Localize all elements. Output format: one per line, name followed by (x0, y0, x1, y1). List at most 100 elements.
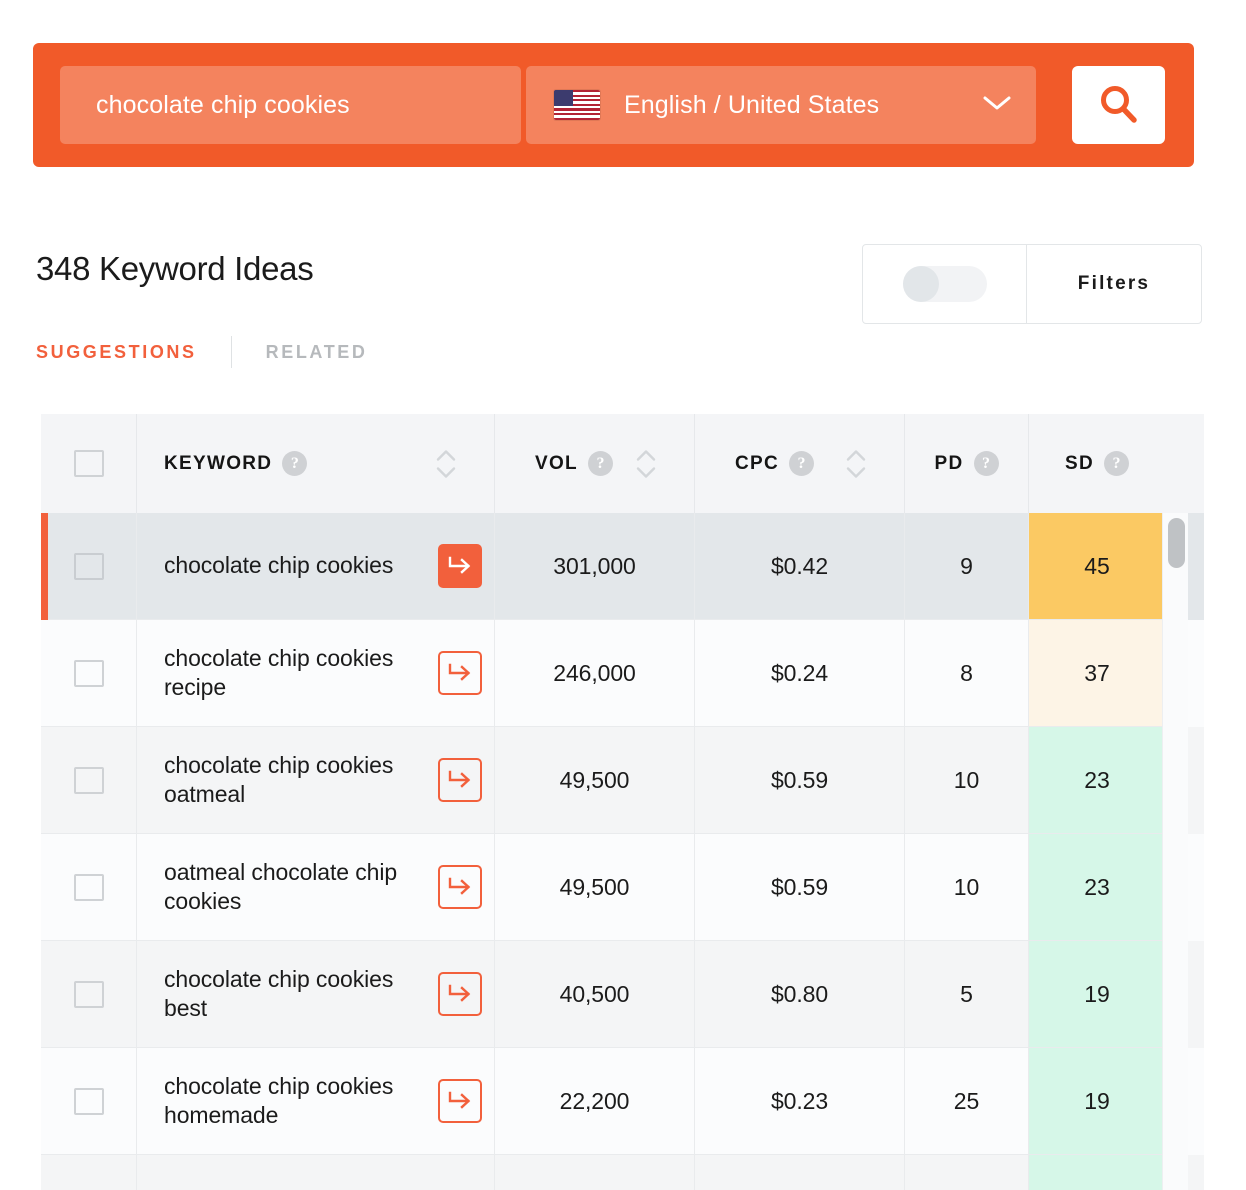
keyword-text: chocolate chip cookies oatmeal (164, 751, 394, 807)
header-pd-label: PD (934, 452, 964, 474)
select-all-checkbox[interactable] (73, 450, 104, 477)
filters-button-label: Filters (1077, 273, 1151, 294)
go-to-arrow-icon (448, 663, 471, 681)
chevron-down-icon (982, 94, 1012, 117)
language-selector[interactable]: English / United States (526, 66, 1036, 144)
search-button[interactable] (1072, 66, 1165, 144)
help-icon[interactable]: ? (1104, 451, 1129, 476)
open-keyword-button[interactable] (438, 544, 482, 588)
keyword-input-value: chocolate chip cookies (96, 90, 350, 119)
table-row[interactable]: chocolate chip cookies homemade 22,200 $… (41, 1048, 1204, 1155)
cell-keyword: chocolate chip cookies (137, 513, 495, 620)
header-cpc[interactable]: CPC ? (695, 414, 905, 513)
vol-value: 22,200 (559, 1087, 630, 1114)
vol-value: 301,000 (553, 552, 636, 579)
scrollbar-thumb[interactable] (1168, 518, 1185, 568)
tab-suggestions[interactable]: SUGGESTIONS (36, 342, 197, 363)
table-header: KEYWORD ? VOL ? CPC ? PD ? SD ? (41, 414, 1204, 513)
table-row[interactable]: chocolate chip cookies 301,000 $0.42 9 4… (41, 513, 1204, 620)
header-vol[interactable]: VOL ? (495, 414, 695, 513)
keyword-text: chocolate chip cookies homemade (164, 1072, 394, 1128)
cpc-value: $0.24 (770, 659, 829, 686)
row-select-cell (41, 513, 137, 620)
row-checkbox[interactable] (73, 873, 104, 901)
open-keyword-button[interactable] (438, 972, 482, 1016)
sort-vol-icon[interactable] (634, 448, 658, 479)
table-row[interactable]: chocolate chip cookies best 40,500 $0.80… (41, 941, 1204, 1048)
cell-vol: 22,200 (495, 1048, 695, 1155)
open-keyword-button[interactable] (438, 758, 482, 802)
cell-sd: 23 (1029, 834, 1165, 941)
help-icon[interactable]: ? (587, 451, 613, 476)
header-cpc-label: CPC (735, 452, 780, 474)
row-select-cell (41, 727, 137, 834)
header-pd[interactable]: PD ? (905, 414, 1029, 513)
pd-value: 25 (953, 1087, 980, 1114)
cell-cpc (695, 1155, 905, 1190)
cell-pd: 25 (905, 1048, 1029, 1155)
sort-keyword-icon[interactable] (434, 448, 458, 479)
header-keyword-label: KEYWORD (164, 452, 273, 474)
filters-control-group: Filters (862, 244, 1202, 324)
cell-sd: 19 (1029, 1048, 1165, 1155)
sort-cpc-icon[interactable] (844, 448, 868, 479)
table-row[interactable]: chocolate chip cookies recipe 246,000 $0… (41, 620, 1204, 727)
filters-toggle[interactable] (863, 245, 1026, 323)
keyword-text: oatmeal chocolate chip cookies (164, 858, 398, 914)
row-checkbox[interactable] (73, 766, 104, 794)
row-checkbox[interactable] (73, 980, 104, 1008)
go-to-arrow-icon (448, 984, 471, 1002)
open-keyword-button[interactable] (438, 651, 482, 695)
vol-value: 49,500 (559, 873, 630, 900)
cell-keyword: chocolate chip cookies oatmeal (137, 727, 495, 834)
open-keyword-button[interactable] (438, 1079, 482, 1123)
keyword-text: chocolate chip cookies best (164, 965, 394, 1021)
cell-keyword: chocolate chip cookies recipe (137, 620, 495, 727)
header-sd[interactable]: SD ? (1029, 414, 1165, 513)
tab-related[interactable]: RELATED (266, 342, 368, 363)
cell-cpc: $0.23 (695, 1048, 905, 1155)
cell-keyword: oatmeal chocolate chip cookies (137, 834, 495, 941)
go-to-arrow-icon (448, 1091, 471, 1109)
header-vol-label: VOL (535, 452, 578, 474)
cell-vol: 49,500 (495, 727, 695, 834)
go-to-arrow-icon (448, 556, 471, 574)
pd-value: 9 (960, 552, 973, 579)
us-flag-icon (554, 90, 600, 120)
cell-pd (905, 1155, 1029, 1190)
header-select-all-cell (41, 414, 137, 513)
header-keyword[interactable]: KEYWORD ? (137, 414, 495, 513)
table-row[interactable]: chocolate chip cookies oatmeal 49,500 $0… (41, 727, 1204, 834)
row-select-cell (41, 1048, 137, 1155)
row-select-cell (41, 941, 137, 1048)
pd-value: 8 (960, 659, 973, 686)
row-select-cell (41, 834, 137, 941)
cell-cpc: $0.24 (695, 620, 905, 727)
row-checkbox[interactable] (73, 1087, 104, 1115)
cell-vol (495, 1155, 695, 1190)
cell-cpc: $0.59 (695, 834, 905, 941)
row-checkbox[interactable] (73, 552, 104, 580)
toggle-switch[interactable] (902, 266, 987, 302)
go-to-arrow-icon (448, 877, 471, 895)
cell-sd: 23 (1029, 727, 1165, 834)
help-icon[interactable]: ? (789, 451, 815, 476)
open-keyword-button[interactable] (438, 865, 482, 909)
help-icon[interactable]: ? (973, 451, 999, 476)
cell-sd: 19 (1029, 941, 1165, 1048)
cell-pd: 5 (905, 941, 1029, 1048)
keyword-input[interactable]: chocolate chip cookies (60, 66, 521, 144)
table-row[interactable]: oatmeal chocolate chip cookies 49,500 $0… (41, 834, 1204, 941)
table-scrollbar[interactable] (1162, 513, 1188, 1190)
filters-button[interactable]: Filters (1027, 245, 1201, 323)
help-icon[interactable]: ? (282, 451, 308, 476)
cell-keyword (137, 1155, 495, 1190)
row-select-cell (41, 1155, 137, 1190)
cell-vol: 301,000 (495, 513, 695, 620)
cell-sd: 45 (1029, 513, 1165, 620)
row-checkbox[interactable] (73, 659, 104, 687)
sd-value: 45 (1084, 552, 1110, 579)
table-row[interactable] (41, 1155, 1204, 1190)
go-to-arrow-icon (448, 770, 471, 788)
cell-vol: 49,500 (495, 834, 695, 941)
